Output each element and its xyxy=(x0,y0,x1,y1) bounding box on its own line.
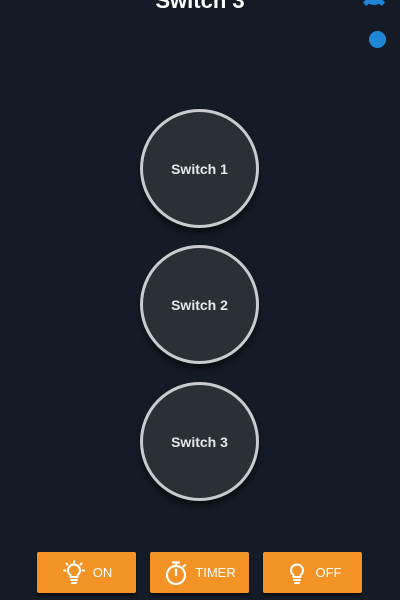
switch-1-label: Switch 1 xyxy=(171,160,228,177)
connection-status-dot xyxy=(369,31,386,48)
switch-2-button[interactable]: Switch 2 xyxy=(140,245,259,364)
switch-3-label: Switch 3 xyxy=(171,433,228,450)
gear-icon[interactable] xyxy=(362,0,386,8)
on-label: ON xyxy=(92,565,113,580)
timer-label: TIMER xyxy=(195,565,236,580)
on-button[interactable]: ON xyxy=(37,552,136,593)
stopwatch-icon xyxy=(166,560,187,585)
lightbulb-off-icon xyxy=(289,563,304,584)
switch-1-button[interactable]: Switch 1 xyxy=(140,109,259,228)
lightbulb-on-icon xyxy=(62,559,85,584)
page-title: Switch 3 xyxy=(155,0,245,13)
switch-2-label: Switch 2 xyxy=(171,296,228,313)
off-label: OFF xyxy=(315,565,342,580)
switch-3-button[interactable]: Switch 3 xyxy=(140,382,259,501)
off-button[interactable]: OFF xyxy=(263,552,362,593)
timer-button[interactable]: TIMER xyxy=(150,552,249,593)
